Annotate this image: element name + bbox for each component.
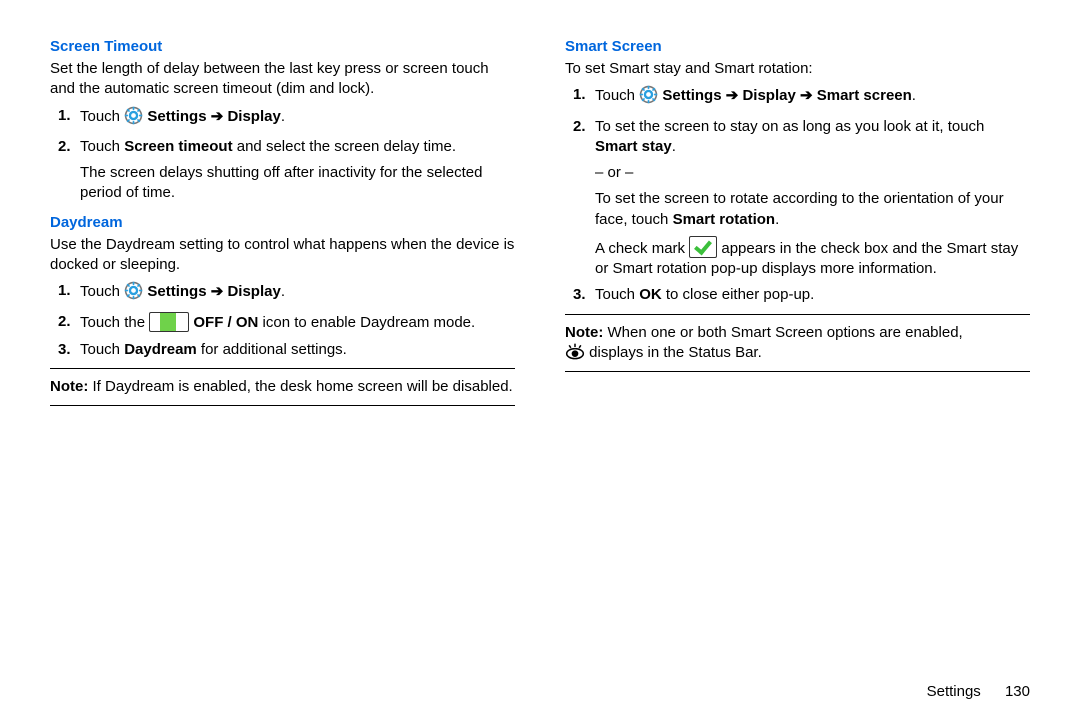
period: . — [912, 87, 916, 104]
text: Touch the — [80, 314, 149, 331]
text: Touch — [80, 283, 124, 300]
checkmark-icon — [689, 236, 717, 258]
intro-smart-screen: To set Smart stay and Smart rotation: — [565, 59, 1030, 79]
divider — [50, 368, 515, 369]
text: and select the screen delay time. — [233, 138, 456, 155]
smart-stay-label: Smart stay — [595, 138, 672, 155]
left-column: Screen Timeout Set the length of delay b… — [50, 38, 515, 683]
daydream-label: Daydream — [124, 341, 197, 358]
step-2: Touch Screen timeout and select the scre… — [80, 137, 515, 204]
note-text-b: displays in the Status Bar. — [589, 344, 762, 361]
step-2: To set the screen to stay on as long as … — [595, 117, 1030, 280]
step-2-alt: To set the screen to rotate according to… — [595, 189, 1030, 230]
step-1: Touch Settings Display Smart screen. — [595, 85, 1030, 110]
page-footer: Settings 130 — [50, 683, 1030, 700]
arrow-icon — [796, 87, 817, 104]
text: A check mark — [595, 240, 689, 257]
steps-smart-screen: Touch Settings Display Smart screen. To se… — [565, 85, 1030, 305]
divider — [565, 371, 1030, 372]
period: . — [281, 108, 285, 125]
smart-rotation-label: Smart rotation — [673, 211, 776, 228]
settings-gear-icon — [124, 106, 143, 131]
intro-daydream: Use the Daydream setting to control what… — [50, 235, 515, 276]
ok-label: OK — [639, 286, 662, 303]
step-2-checkmark: A check mark appears in the check box an… — [595, 236, 1030, 280]
heading-daydream: Daydream — [50, 214, 515, 231]
text: Touch — [80, 341, 124, 358]
period: . — [281, 283, 285, 300]
footer-section: Settings — [927, 683, 981, 700]
step-2: Touch the OFF / ON icon to enable Daydre… — [80, 312, 515, 333]
arrow-icon — [722, 87, 743, 104]
off-on-label: OFF / ON — [193, 314, 258, 331]
note-text: If Daydream is enabled, the desk home sc… — [88, 378, 512, 395]
display-label: Display — [742, 87, 795, 104]
right-column: Smart Screen To set Smart stay and Smart… — [565, 38, 1030, 683]
settings-label: Settings — [147, 283, 206, 300]
divider — [50, 405, 515, 406]
note-text-a: When one or both Smart Screen options ar… — [603, 324, 962, 341]
text: Touch — [80, 138, 124, 155]
intro-screen-timeout: Set the length of delay between the last… — [50, 59, 515, 100]
settings-label: Settings — [147, 108, 206, 125]
smart-stay-eye-icon — [565, 343, 585, 361]
text: for additional settings. — [197, 341, 347, 358]
steps-screen-timeout: Touch Settings Display. Touch Screen time… — [50, 106, 515, 204]
manual-page: Screen Timeout Set the length of delay b… — [0, 0, 1080, 720]
footer-page-number: 130 — [1005, 683, 1030, 700]
step-1: Touch Settings Display. — [80, 106, 515, 131]
heading-screen-timeout: Screen Timeout — [50, 38, 515, 55]
screen-timeout-label: Screen timeout — [124, 138, 232, 155]
text: Touch — [595, 286, 639, 303]
settings-label: Settings — [662, 87, 721, 104]
arrow-icon — [207, 283, 228, 300]
or-separator: – or – — [595, 163, 1030, 183]
text: To set the screen to stay on as long as … — [595, 118, 984, 135]
text: Touch — [80, 108, 124, 125]
settings-gear-icon — [124, 281, 143, 306]
note-label: Note: — [50, 378, 88, 395]
text: to close either pop-up. — [662, 286, 815, 303]
off-on-toggle-icon — [149, 312, 189, 332]
step-3: Touch OK to close either pop-up. — [595, 285, 1030, 305]
display-label: Display — [227, 283, 280, 300]
text: Touch — [595, 87, 639, 104]
step-3: Touch Daydream for additional settings. — [80, 340, 515, 360]
step-1: Touch Settings Display. — [80, 281, 515, 306]
note-label: Note: — [565, 324, 603, 341]
note-daydream: Note: If Daydream is enabled, the desk h… — [50, 377, 515, 397]
text: . — [672, 138, 676, 155]
text: . — [775, 211, 779, 228]
smart-screen-label: Smart screen — [817, 87, 912, 104]
settings-gear-icon — [639, 85, 658, 110]
text: icon to enable Daydream mode. — [258, 314, 475, 331]
display-label: Display — [227, 108, 280, 125]
note-smart-screen: Note: When one or both Smart Screen opti… — [565, 323, 1030, 364]
steps-daydream: Touch Settings Display. Touch the OFF / O… — [50, 281, 515, 360]
step-2-sub: The screen delays shutting off after ina… — [80, 163, 515, 204]
arrow-icon — [207, 108, 228, 125]
heading-smart-screen: Smart Screen — [565, 38, 1030, 55]
divider — [565, 314, 1030, 315]
two-column-layout: Screen Timeout Set the length of delay b… — [50, 38, 1030, 683]
text: To set the screen to rotate according to… — [595, 190, 1004, 227]
